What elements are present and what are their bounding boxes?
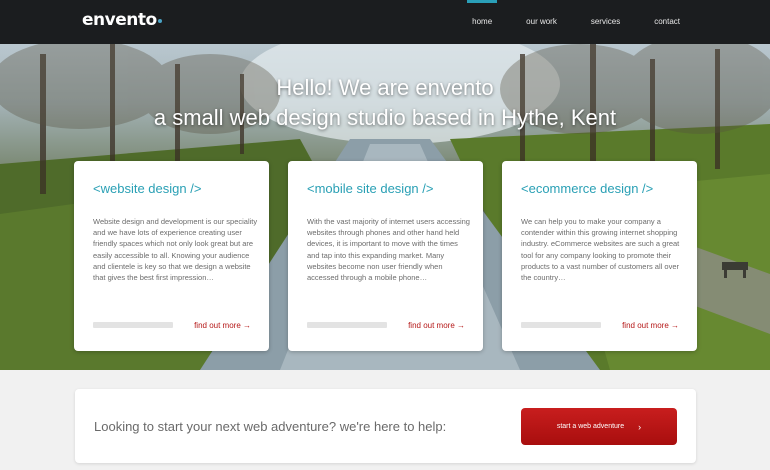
main-nav: home our work services contact [438, 0, 680, 44]
find-out-more-link[interactable]: find out more → [622, 321, 679, 330]
card-divider-bar [521, 322, 601, 328]
nav-item-our-work[interactable]: our work [526, 0, 557, 44]
card-title: <ecommerce design /> [521, 181, 654, 196]
card-description: With the vast majority of internet users… [307, 217, 470, 283]
service-card-ecommerce-design: <ecommerce design /> We can help you to … [502, 161, 697, 351]
card-divider-bar [93, 322, 173, 328]
hero-heading-line-2: a small web design studio based in Hythe… [153, 105, 617, 130]
card-title: <mobile site design /> [307, 181, 434, 196]
find-out-more-link[interactable]: find out more → [194, 321, 251, 330]
nav-item-services[interactable]: services [591, 0, 620, 44]
top-navigation-bar: envento home our work services contact [0, 0, 770, 44]
logo-dot-icon [157, 19, 162, 23]
chevron-right-icon: › [638, 421, 642, 432]
card-divider-bar [307, 322, 387, 328]
service-card-website-design: <website design /> Website design and de… [74, 161, 269, 351]
cta-text: Looking to start your next web adventure… [94, 419, 447, 434]
site-logo[interactable]: envento [82, 10, 162, 30]
card-description: Website design and development is our sp… [93, 217, 258, 283]
service-card-mobile-site-design: <mobile site design /> With the vast maj… [288, 161, 483, 351]
find-out-more-link[interactable]: find out more → [408, 321, 465, 330]
logo-text: envento [82, 10, 157, 30]
card-description: We can help you to make your company a c… [521, 217, 680, 283]
hero-heading-line-1: Hello! We are envento [276, 75, 494, 100]
nav-item-home[interactable]: home [467, 0, 498, 44]
nav-item-contact[interactable]: contact [654, 0, 680, 44]
call-to-action-panel: Looking to start your next web adventure… [75, 389, 696, 463]
card-title: <website design /> [93, 181, 202, 196]
cta-button-label: start a web adventure [556, 423, 625, 430]
start-web-adventure-button[interactable]: start a web adventure › [521, 408, 677, 445]
